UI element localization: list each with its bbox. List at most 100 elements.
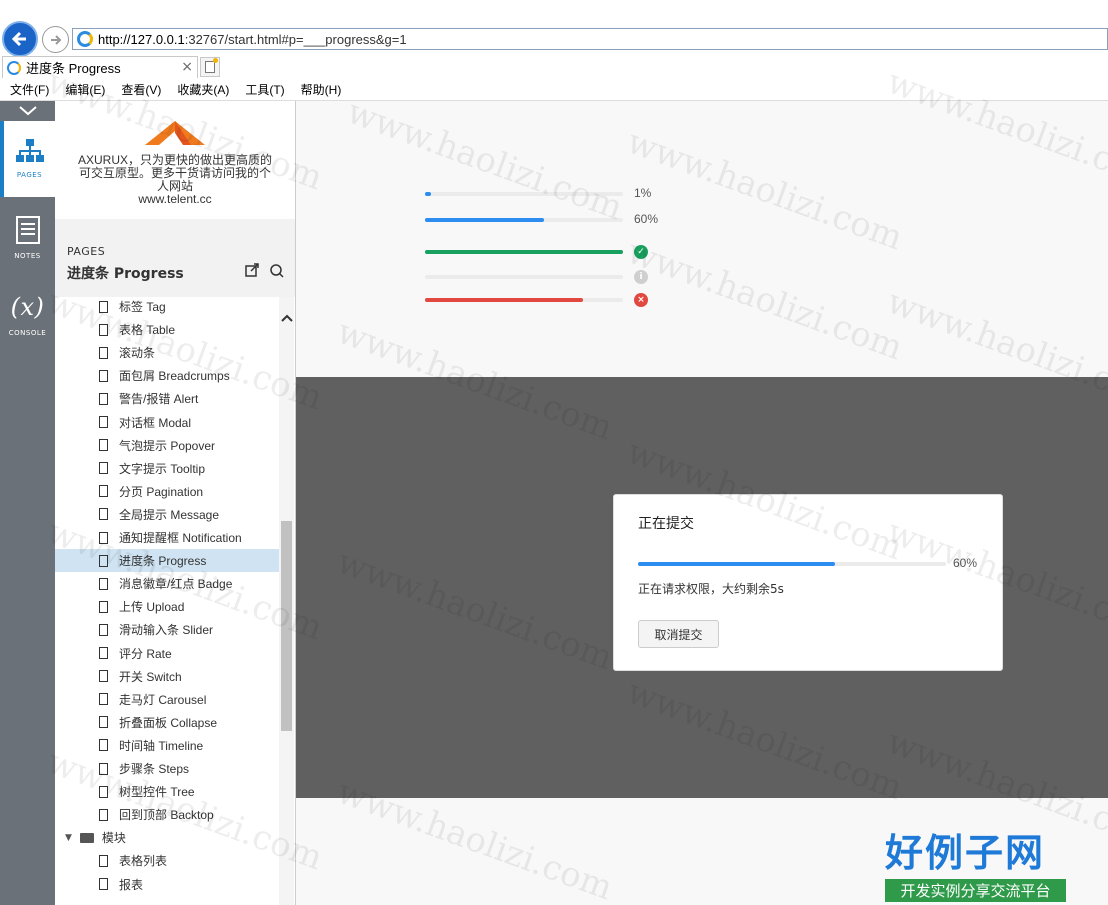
tree-item-label: 通知提醒框 Notification <box>119 531 242 545</box>
arrow-left-icon <box>11 31 26 47</box>
tree-item[interactable]: 上传 Upload <box>55 595 279 618</box>
page-icon <box>99 739 108 752</box>
tree-item[interactable]: 表格列表 <box>55 849 279 872</box>
strip-console[interactable]: (x) CONSOLE <box>0 277 55 353</box>
page-icon <box>99 577 108 590</box>
page-icon <box>99 462 108 475</box>
tree-item-label: 面包屑 Breadcrumps <box>119 369 230 384</box>
scroll-up-button[interactable] <box>279 311 294 325</box>
dialog-title: 正在提交 <box>638 516 694 532</box>
tree-item[interactable]: 滚动条 <box>55 341 279 364</box>
menu-view[interactable]: 查看(V) <box>121 81 161 98</box>
tree-item[interactable]: 回到顶部 Backtop <box>55 803 279 826</box>
progress-track <box>425 192 623 196</box>
tree-item[interactable]: 对话框 Modal <box>55 411 279 434</box>
page-icon <box>99 485 108 498</box>
collapse-button[interactable] <box>0 101 55 121</box>
tree-item-label: 折叠面板 Collapse <box>119 715 218 730</box>
tree-item[interactable]: 滑动输入条 Slider <box>55 618 279 641</box>
page-title: 进度条 Progress <box>67 266 184 282</box>
page-icon <box>99 416 108 428</box>
tree-item[interactable]: 全局提示 Message <box>55 503 279 526</box>
tree-item[interactable]: 时间轴 Timeline <box>55 734 279 757</box>
tree-item[interactable]: 表格 Table <box>55 318 279 341</box>
tree-item-label: 走马灯 Carousel <box>119 692 207 707</box>
tree-item[interactable]: 面包屑 Breadcrumps <box>55 364 279 387</box>
tree-item-label: 滑动输入条 Slider <box>119 623 214 638</box>
url-field[interactable]: http://127.0.0.1:32767/start.html#p=___p… <box>72 28 1108 50</box>
page-icon <box>99 808 108 821</box>
cancel-submit-button[interactable]: 取消提交 <box>638 620 719 648</box>
tree-item[interactable]: 文字提示 Tooltip <box>55 457 279 480</box>
menu-tools[interactable]: 工具(T) <box>245 81 284 98</box>
tree-item[interactable]: 分页 Pagination <box>55 480 279 503</box>
open-page-icon[interactable] <box>245 263 259 281</box>
progress-fill <box>425 298 584 302</box>
menu-edit[interactable]: 编辑(E) <box>65 81 105 98</box>
tree-item[interactable]: 进度条 Progress <box>55 549 279 573</box>
page-icon <box>99 554 108 567</box>
brand-area: AXURUX，只为更快的做出更高质的可交互原型。更多干货请访问我的个人网站 ww… <box>55 101 295 219</box>
menu-favorites[interactable]: 收藏夹(A) <box>177 81 229 98</box>
ie-icon <box>7 60 21 75</box>
tree-item[interactable]: 步骤条 Steps <box>55 757 279 780</box>
progress-track <box>425 250 623 254</box>
tab-progress[interactable]: 进度条 Progress × <box>2 56 198 78</box>
tree-item[interactable]: 报表 <box>55 873 279 896</box>
tree-item-label: 全局提示 Message <box>119 507 220 522</box>
search-pages-icon[interactable] <box>269 263 284 282</box>
arrow-right-icon <box>50 34 61 45</box>
strip-notes[interactable]: NOTES <box>0 200 55 276</box>
tree-folder[interactable]: ▼ 模块 <box>55 826 279 849</box>
modal-overlay: 正在提交 60% 正在请求权限，大约剩余5s 取消提交 <box>296 377 1108 798</box>
chevron-up-icon <box>280 314 293 322</box>
tab-title: 进度条 Progress <box>26 61 121 76</box>
tree-item[interactable]: 折叠面板 Collapse <box>55 711 279 734</box>
new-tab-button[interactable] <box>200 57 220 77</box>
brand-site-link[interactable]: www.telent.cc <box>75 193 275 206</box>
tree-item[interactable]: 消息徽章/红点 Badge <box>55 572 279 595</box>
progress-track <box>425 218 623 222</box>
chevron-down-icon <box>18 106 37 116</box>
page-icon <box>99 854 108 867</box>
page-icon <box>99 323 108 336</box>
tree-item[interactable]: 通知提醒框 Notification <box>55 526 279 549</box>
tree-item[interactable]: 评分 Rate <box>55 642 279 665</box>
scrollbar-thumb[interactable] <box>281 521 292 731</box>
tree-item-label: 分页 Pagination <box>119 484 204 499</box>
pages-sidebar: AXURUX，只为更快的做出更高质的可交互原型。更多干货请访问我的个人网站 ww… <box>55 101 296 905</box>
dialog-progress-fill <box>638 562 836 566</box>
menu-bar: 文件(F) 编辑(E) 查看(V) 收藏夹(A) 工具(T) 帮助(H) <box>0 78 1108 101</box>
tool-strip: PAGES NOTES (x) CONSOLE <box>0 101 55 905</box>
page-icon <box>99 508 108 521</box>
page-canvas: 1% 60% ✓ i × 正在提交 60% 正在请求权限，大约剩余5s 取消提交 <box>296 101 1108 905</box>
url-text: http://127.0.0.1:32767/start.html#p=___p… <box>98 31 407 47</box>
tree-item[interactable]: 走马灯 Carousel <box>55 688 279 711</box>
tree-item[interactable]: 警告/报错 Alert <box>55 387 279 410</box>
tree-item-label: 表格 Table <box>119 323 176 338</box>
progress-track <box>425 298 623 302</box>
page-icon <box>99 670 108 683</box>
strip-pages[interactable]: PAGES <box>0 121 55 197</box>
tree-item-label: 表格列表 <box>119 854 168 869</box>
close-icon[interactable]: × <box>181 59 193 75</box>
progress-fill <box>425 192 431 196</box>
tree-item[interactable]: 气泡提示 Popover <box>55 434 279 457</box>
forward-button[interactable] <box>42 26 69 53</box>
menu-file[interactable]: 文件(F) <box>10 81 49 98</box>
clock-icon: i <box>634 270 648 284</box>
menu-help[interactable]: 帮助(H) <box>301 81 342 98</box>
page-icon <box>99 693 108 706</box>
progress-fill <box>425 250 623 254</box>
tree-item[interactable]: 标签 Tag <box>55 295 279 318</box>
back-button[interactable] <box>2 21 38 57</box>
page-icon <box>99 300 108 313</box>
watermark-brand: 好例子网 <box>885 830 1046 875</box>
tree-item[interactable]: 开关 Switch <box>55 665 279 688</box>
tree-item[interactable]: 树型控件 Tree <box>55 780 279 803</box>
page-icon <box>99 716 108 729</box>
ie-icon <box>77 31 93 47</box>
submit-dialog: 正在提交 60% 正在请求权限，大约剩余5s 取消提交 <box>613 494 1003 671</box>
caret-down-icon[interactable]: ▼ <box>65 833 72 843</box>
page-icon <box>99 647 108 659</box>
